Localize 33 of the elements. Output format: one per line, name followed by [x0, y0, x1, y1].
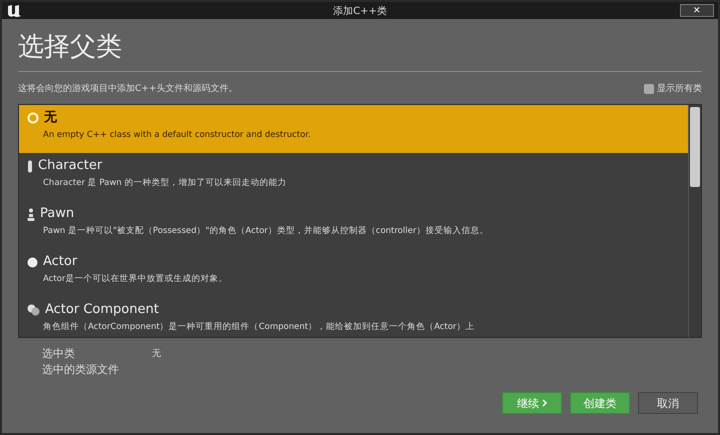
class-name: Pawn	[40, 205, 74, 223]
selection-label: 选中类	[42, 346, 76, 362]
class-summary: Character 是 Pawn 的一种类型，增加了可以来回走动的能力	[43, 177, 288, 190]
class-name: 无	[44, 109, 57, 127]
class-name: Actor	[43, 253, 78, 271]
class-item[interactable]: Character Character 是 Pawn 的一种类型，增加了可以来回走动的能力	[19, 153, 688, 201]
class-name: Actor Component	[45, 301, 159, 319]
capsule-icon	[27, 160, 33, 172]
logo-icon	[6, 4, 22, 18]
cancel-button[interactable]: 取消	[638, 392, 698, 414]
dialog-heading: 选择父类	[18, 31, 123, 64]
ring-icon	[27, 112, 39, 124]
class-item[interactable]: Pawn Pawn 是一种可以"被支配（Possessed）"的角色（Actor）类型，并能够从控制器（controller）接受输入信息。	[19, 201, 688, 249]
class-item[interactable]: Actor Actor是一个可以在世界中放置或生成的对象。	[19, 249, 688, 297]
class-summary: 角色组件（ActorComponent）是一种可重用的组件（Component），能给被加到任意一个角色（Actor）上	[43, 321, 476, 334]
window-title: 添加C++类	[332, 4, 388, 18]
scrollbar-thumb[interactable]	[690, 107, 700, 187]
class-summary: An empty C++ class with a default constructor and destructor.	[43, 129, 312, 142]
class-item[interactable]: Actor Component 角色组件（ActorComponent）是一种可重用的组件（Component），能给被加到任意一个角色（Actor）上	[19, 297, 688, 337]
dialog-description: 这将会向您的游戏项目中添加C++头文件和源码文件。	[18, 82, 238, 95]
selection-label: 选中的类源文件	[42, 362, 120, 378]
class-item[interactable]: 无 An empty C++ class with a default constructor and destructor.	[19, 105, 688, 153]
class-summary: Actor是一个可以在世界中放置或生成的对象。	[43, 273, 228, 286]
show-all-checkbox[interactable]	[644, 84, 654, 94]
class-name: Character	[38, 157, 102, 175]
chevron-icon	[542, 399, 547, 407]
pawn-icon	[27, 208, 35, 220]
selection-value: 无	[152, 348, 161, 361]
close-button[interactable]: ✕	[680, 4, 714, 17]
sphere-icon	[27, 256, 38, 268]
spheres-icon	[27, 304, 40, 316]
show-all-label: 显示所有类	[657, 82, 702, 95]
class-summary: Pawn 是一种可以"被支配（Possessed）"的角色（Actor）类型，并能够从控制器（controller）接受输入信息。	[43, 224, 490, 238]
